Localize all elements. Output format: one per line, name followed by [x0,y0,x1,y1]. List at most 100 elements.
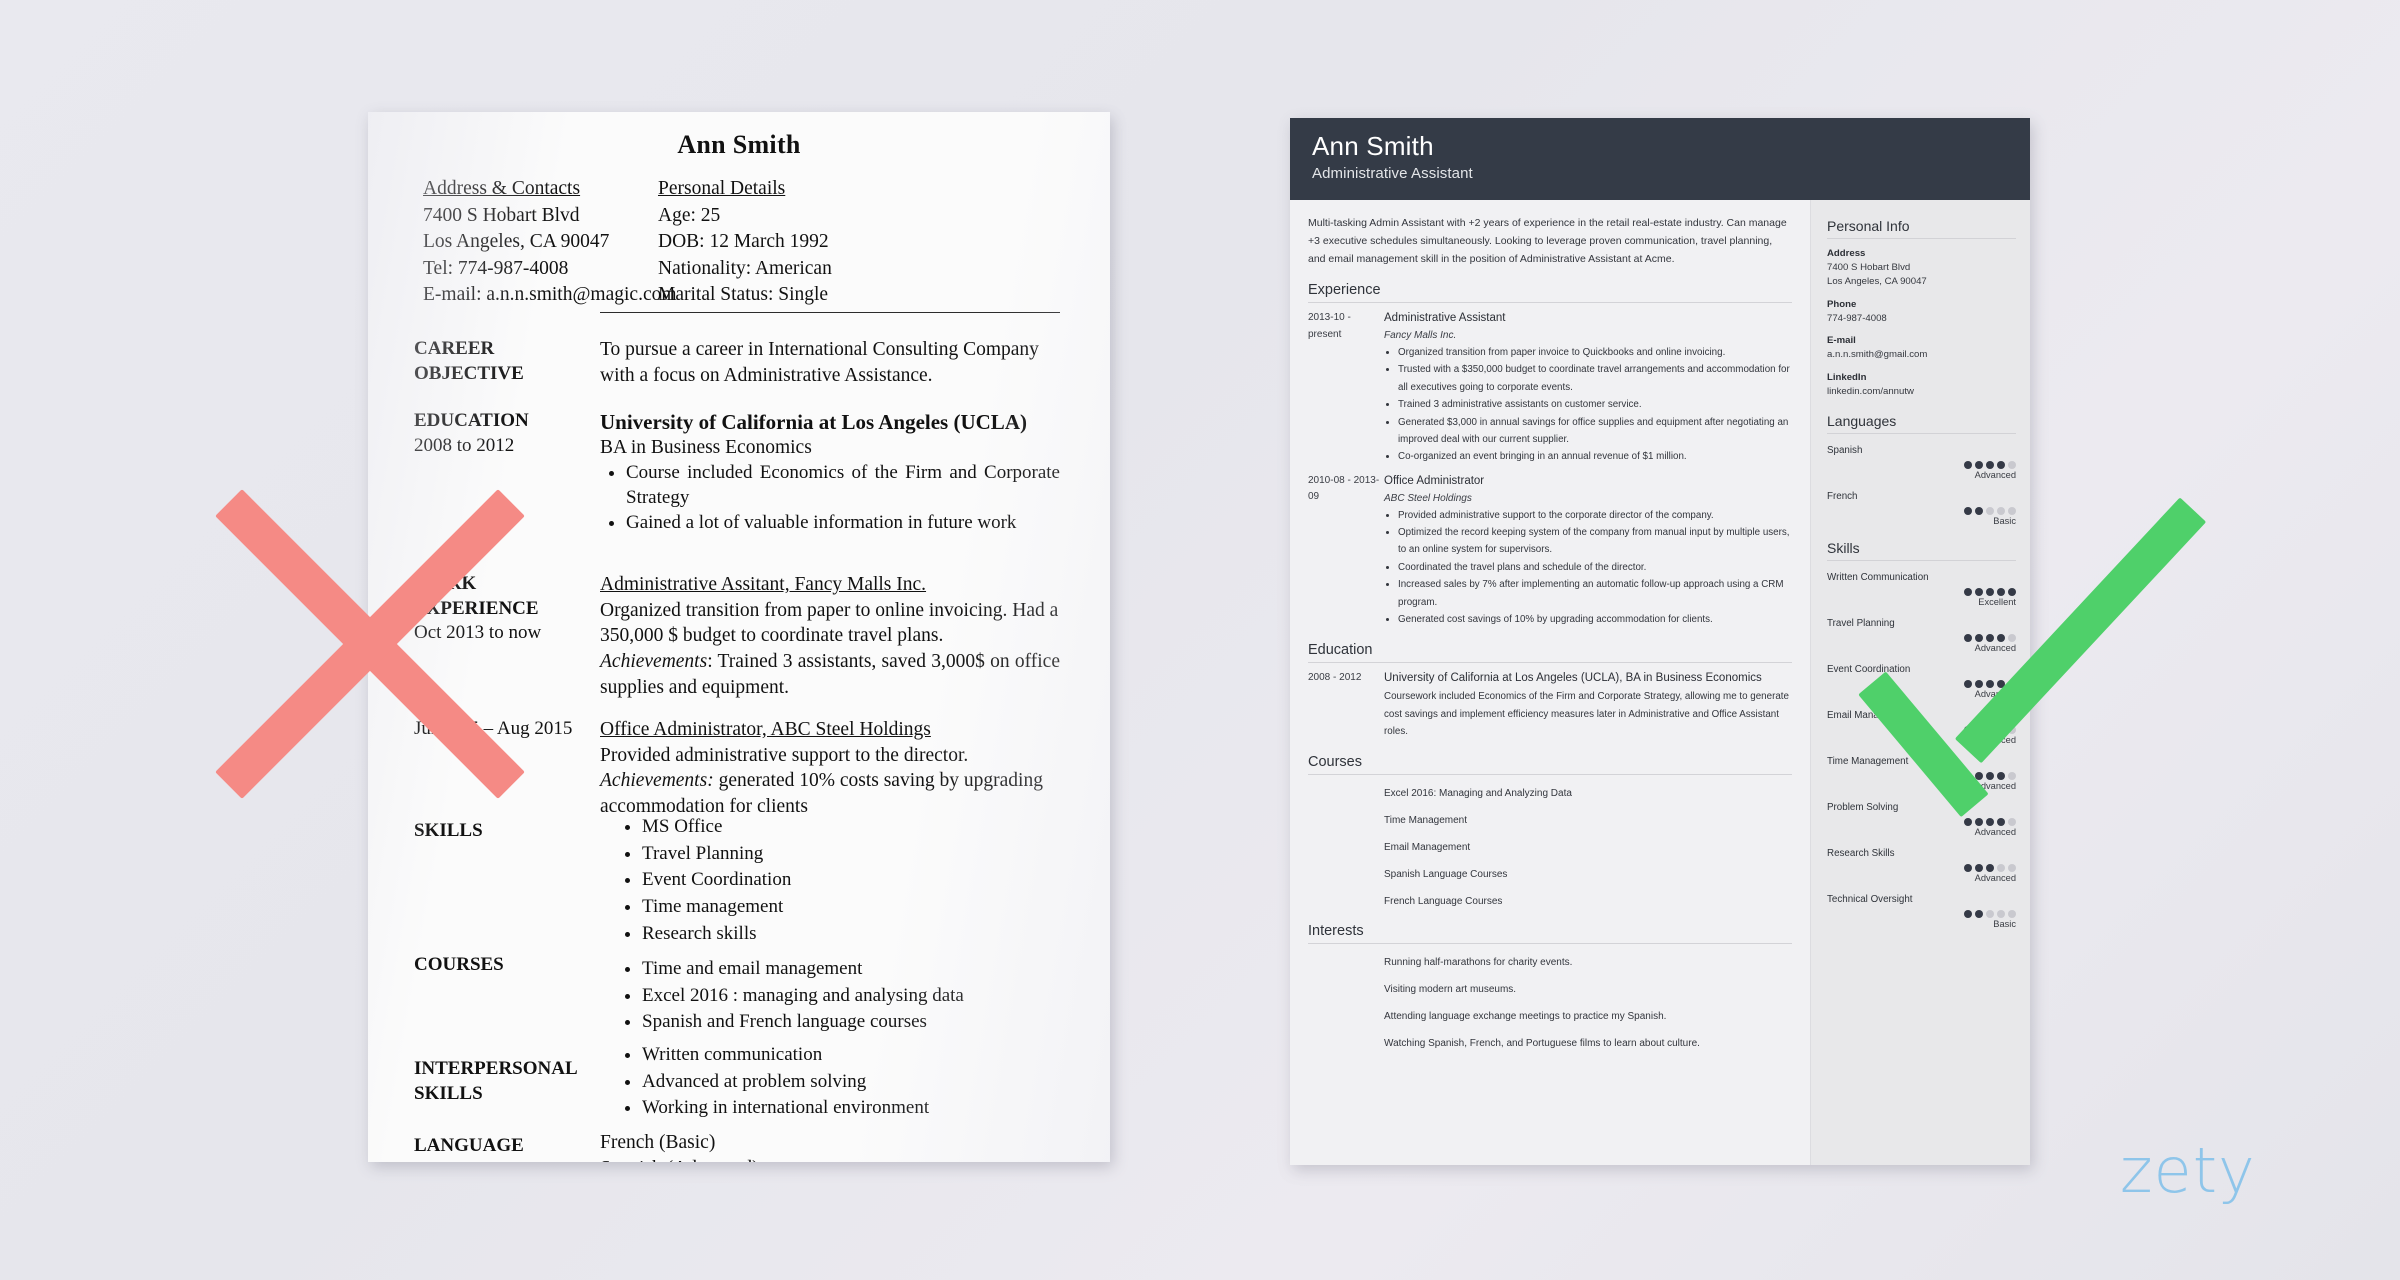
rating-dot-filled [1975,460,1983,469]
language-rating-dots [1827,506,2016,515]
personal-info-value: a.n.n.smith@gmail.com [1827,349,1928,361]
language-label-line1: LANGUAGE [414,1135,524,1156]
skill-level: Advanced [1974,780,2016,791]
interests-section: Interests Running half-marathons for cha… [1308,923,1792,1052]
experience-bullet: Generated $3,000 in annual savings for o… [1398,414,1792,449]
good-resume-name: Ann Smith [1312,131,1434,161]
language-level: Advanced [1974,469,2016,480]
experience-section: Experience 2013-10 - present Administrat… [1308,282,1792,628]
header-divider [600,312,1060,313]
zety-logo: zety [2120,1134,2256,1207]
skill-item: MS Office [642,815,1076,840]
language-item: French (Basic) [600,1132,716,1153]
skills-heading: Skills [1827,540,2016,561]
experience-bullet: Increased sales by 7% after implementing… [1398,576,1792,611]
rating-dot-filled [1986,587,1994,596]
rating-dot-empty [1997,909,2005,918]
skill-name: Problem Solving [1827,801,1899,813]
work-achievements-2: Achievements: generated 10% costs saving… [600,768,1060,819]
rating-dot-filled [1975,725,1983,734]
rating-dot-filled [1997,771,2005,780]
education-degree: BA in Business Economics [600,437,812,458]
personal-line: Marital Status: Single [658,284,829,306]
language-rating-row: Spanish Advanced [1827,445,2016,480]
education-bullets: Course included Economics of the Firm an… [600,461,1060,537]
interest-item: Visiting modern art museums. [1384,983,1517,995]
language-rating-dots [1827,460,2016,469]
interpersonal-list: Written communication Advanced at proble… [616,1043,1076,1123]
rating-dot-filled [1964,679,1972,688]
rating-dot-filled [1964,725,1972,734]
language-name: French [1827,490,1858,502]
skill-rating-dots [1827,679,2016,688]
rating-dot-filled [1997,817,2005,826]
rating-dot-filled [1986,863,1994,872]
rating-dot-filled [2008,587,2016,596]
courses-list: Time and email management Excel 2016 : m… [616,957,1076,1037]
skill-name: Time Management [1827,755,1909,767]
experience-bullet: Trusted with a $350,000 budget to coordi… [1398,361,1792,396]
education-section: Education 2008 - 2012 University of Cali… [1308,642,1792,741]
skill-rating-row: Email Management Advanced [1827,710,2016,745]
course-item: Spanish Language Courses [1384,868,1508,880]
experience-dates: 2010-08 - 2013-09 [1308,474,1380,503]
experience-bullet: Organized transition from paper invoice … [1398,344,1792,361]
work-dates-1: Oct 2013 to now [414,622,542,644]
personal-info-value: 7400 S Hobart Blvd Los Angeles, CA 90047 [1827,262,1927,288]
rating-dot-empty [2008,771,2016,780]
language-rating-row: French Basic [1827,491,2016,526]
experience-job-title: Administrative Assistant [1384,312,1506,325]
education-note: Coursework included Economics of the Fir… [1384,691,1789,738]
career-objective-text: To pursue a career in International Cons… [600,339,1039,386]
skill-rating-row: Written Communication Excellent [1827,572,2016,607]
course-item: Email Management [1384,841,1471,853]
language-name: Spanish [1827,444,1863,456]
work-entry-2: Office Administrator, ABC Steel Holdings… [600,717,1060,820]
course-item: Time and email management [642,957,1076,982]
skill-name: Research Skills [1827,847,1895,859]
rating-dot-filled [1997,587,2005,596]
interpersonal-item: Working in international environment [642,1096,1076,1121]
screenshot-canvas: Ann Smith Address & Contacts 7400 S Hoba… [0,0,2400,1280]
bad-resume-document: Ann Smith Address & Contacts 7400 S Hoba… [368,112,1110,1162]
courses-heading: Courses [1308,754,1792,775]
skill-name: Event Coordination [1827,663,1911,675]
personal-line: Nationality: American [658,257,832,279]
personal-info-value: 774-987-4008 [1827,312,1887,324]
work-title-2: Office Administrator, ABC Steel Holdings [600,719,931,740]
course-item: French Language Courses [1384,895,1503,907]
rating-dot-filled [1975,587,1983,596]
rating-dot-filled [1964,587,1972,596]
experience-company: ABC Steel Holdings [1384,492,1472,504]
language-item: Spanish (Advanced) [600,1156,1060,1162]
personal-details-column: Personal Details Age: 25 DOB: 12 March 1… [658,176,988,309]
education-school: University of California at Los Angeles … [600,410,1027,434]
rating-dot-empty [1997,863,2005,872]
achievements-label-1: Achievements [600,651,708,673]
skill-rating-row: Travel Planning Advanced [1827,618,2016,653]
rating-dot-empty [2008,863,2016,872]
rating-dot-empty [2008,633,2016,642]
courses-label: COURSES [414,954,504,975]
rating-dot-filled [1964,863,1972,872]
courses-section: Courses Excel 2016: Managing and Analyzi… [1308,754,1792,910]
skill-rating-dots [1827,587,2016,596]
skills-list: MS Office Travel Planning Event Coordina… [616,815,1076,948]
interest-item: Running half-marathons for charity event… [1384,956,1573,968]
work-title-1: Administrative Assitant, Fancy Malls Inc… [600,574,927,595]
skill-rating-row: Problem Solving Advanced [1827,802,2016,837]
rating-dot-filled [1964,817,1972,826]
experience-bullet: Co-organized an event bringing in an ann… [1398,448,1792,465]
course-item: Spanish and French language courses [642,1010,1076,1035]
rating-dot-empty [2008,506,2016,515]
good-resume-document: Ann Smith Administrative Assistant Multi… [1290,118,2030,1165]
skill-rating-dots [1827,909,2016,918]
sidebar-skills-section: Skills Written Communication Excellent T… [1827,540,2016,929]
rating-dot-filled [1986,771,1994,780]
skill-rating-dots [1827,633,2016,642]
interest-item: Attending language exchange meetings to … [1384,1010,1667,1022]
skill-item: Travel Planning [642,842,1076,867]
rating-dot-empty [2008,725,2016,734]
achievements-label-2: Achievements: [600,770,714,792]
language-proficiency-label: LANGUAGE PROFICIENCY [414,1134,594,1162]
